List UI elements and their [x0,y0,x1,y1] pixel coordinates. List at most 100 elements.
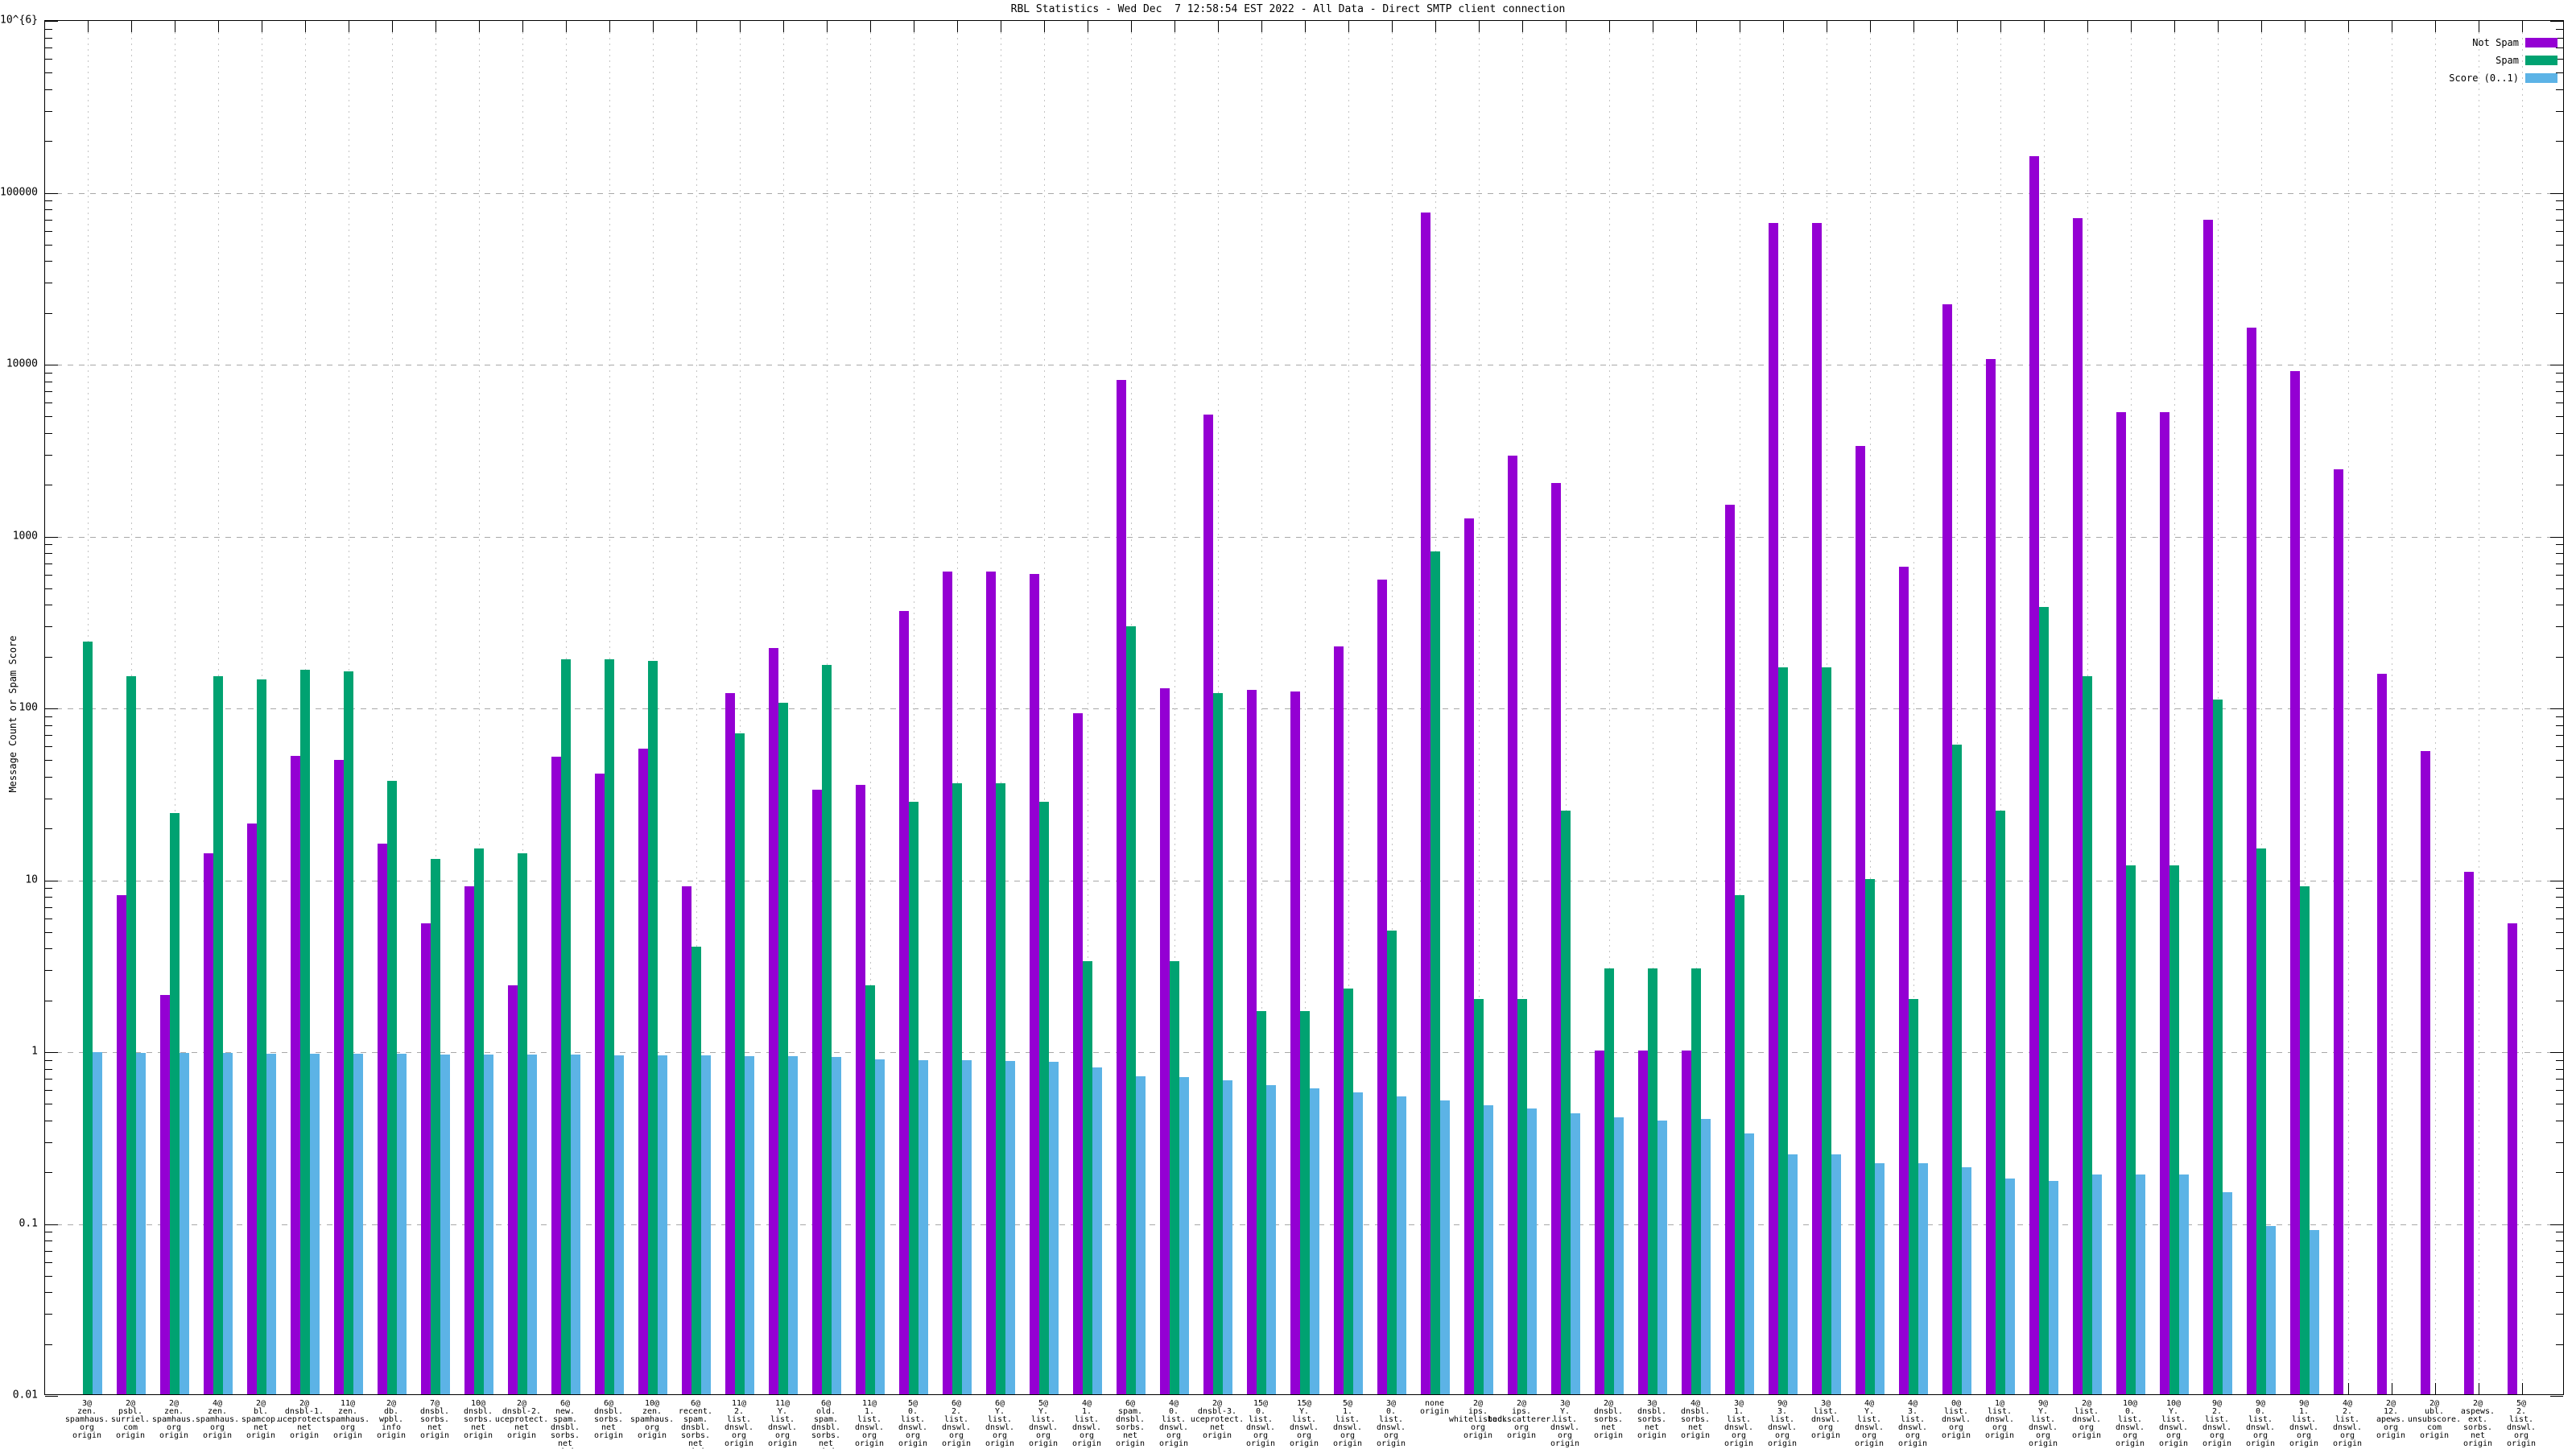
bar-not-spam [1247,689,1257,1394]
y-minor-tick [2556,1275,2563,1277]
bar-spam [2256,848,2266,1394]
y-minor-tick [45,1141,52,1143]
bar-not-spam [551,757,561,1394]
x-tick [305,21,306,32]
bar-spam [952,782,962,1394]
y-minor-tick [2556,1314,2563,1315]
x-tick [1609,21,1610,32]
y-minor-tick [45,574,52,576]
y-minor-tick [45,1314,52,1315]
x-tick [2218,21,2219,32]
bar-spam [1996,810,2005,1394]
y-minor-tick [2556,372,2563,374]
bar-not-spam [1942,303,1952,1394]
x-tick [1305,21,1306,32]
bar-not-spam [1334,646,1344,1394]
x-tick [1044,21,1045,32]
y-minor-tick [45,735,52,737]
bar-not-spam [986,572,996,1394]
y-tick-label: 1000 [12,530,38,542]
y-axis-label: Message Count or Spam Score [7,635,19,793]
x-tick [2174,21,2175,32]
x-tick [2435,21,2436,32]
y-major-tick [45,1052,58,1053]
y-tick-label: 1x10^{6} [0,14,38,27]
bar-not-spam [2160,411,2169,1394]
y-minor-tick [45,59,52,60]
y-minor-tick [2556,110,2563,112]
y-minor-tick [2556,402,2563,404]
y-minor-tick [2556,553,2563,555]
bar-spam [778,703,788,1394]
y-major-tick [45,21,58,22]
x-tick [2435,1383,2436,1394]
y-minor-tick [45,37,52,39]
y-gridline [45,536,2563,538]
y-minor-tick [45,1079,52,1080]
x-tick [479,21,480,32]
x-tick [2348,21,2349,32]
bar-score [1440,1100,1450,1394]
y-minor-tick [2556,416,2563,418]
x-tick [2522,21,2523,32]
y-tick-label: 100 [19,701,38,714]
bar-not-spam [899,611,909,1394]
bar-score [1831,1154,1841,1394]
bar-spam [2126,865,2136,1394]
bar-not-spam [1638,1051,1648,1394]
y-minor-tick [2556,1250,2563,1252]
y-major-tick [2550,192,2563,194]
y-minor-tick [45,553,52,555]
bar-spam [213,676,223,1394]
bar-score [1397,1096,1406,1394]
x-tick [2261,21,2262,32]
bar-score [527,1054,537,1394]
bar-spam [1300,1010,1310,1394]
x-tick [1957,21,1958,32]
legend-swatch [2525,73,2557,83]
bar-score [2136,1174,2145,1394]
x-tick [2087,21,2088,32]
y-minor-tick [2556,1090,2563,1092]
bar-score [93,1051,102,1394]
x-tick [218,21,219,32]
y-minor-tick [45,261,52,262]
y-minor-tick [45,47,52,49]
bar-score [397,1053,407,1394]
chart-title: RBL Statistics - Wed Dec 7 12:58:54 EST … [1010,3,1566,15]
bar-spam [431,859,440,1394]
y-tick-label: 0.1 [19,1217,38,1229]
y-minor-tick [45,141,52,142]
y-minor-tick [2556,1172,2563,1174]
y-minor-tick [2556,716,2563,717]
y-minor-tick [2556,735,2563,737]
y-minor-tick [45,1344,52,1345]
bar-not-spam [1551,483,1561,1394]
y-minor-tick [2556,89,2563,90]
y-minor-tick [45,312,52,314]
bar-spam [344,671,353,1394]
y-minor-tick [45,1292,52,1294]
bar-score [2223,1191,2232,1394]
bar-spam [2169,865,2179,1394]
bar-spam [170,813,180,1394]
bar-not-spam [1986,359,1996,1394]
y-minor-tick [2556,544,2563,546]
y-minor-tick [2556,1059,2563,1061]
bar-spam [1083,961,1092,1394]
bar-not-spam [291,755,300,1394]
y-minor-tick [2556,828,2563,830]
bar-not-spam [508,985,518,1394]
plot-area [44,20,2564,1397]
bar-spam [1126,625,1136,1394]
x-tick-label: 5@ 2. list. dnswl. org origin [2506,1399,2537,1448]
bar-not-spam [117,895,126,1394]
x-gridline [2348,21,2349,1394]
y-tick-label: 10000 [6,357,38,370]
bar-not-spam [1899,567,1909,1394]
y-minor-tick [2556,1261,2563,1263]
bar-spam [1517,998,1527,1394]
bar-not-spam [2334,469,2343,1394]
x-tick [2305,21,2306,32]
y-minor-tick [45,746,52,748]
